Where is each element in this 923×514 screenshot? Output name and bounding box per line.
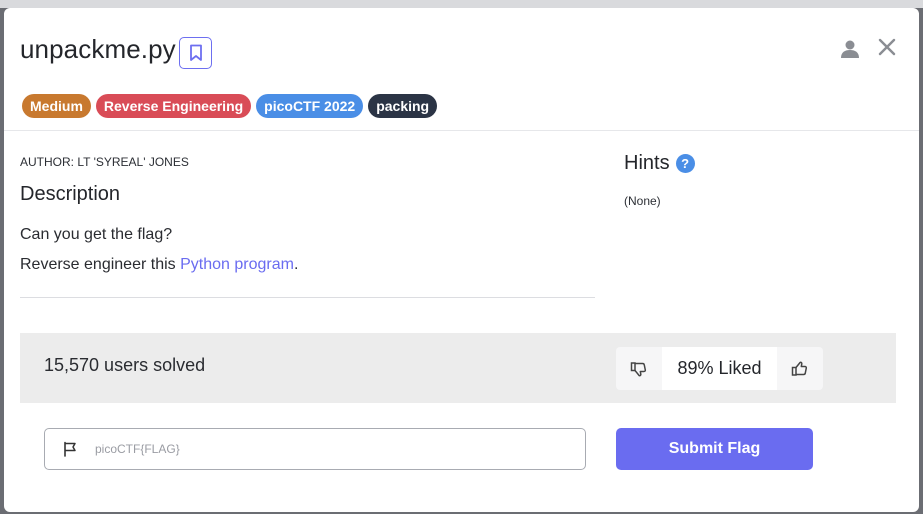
- tag-topic[interactable]: packing: [368, 94, 438, 118]
- rating-group: 89% Liked: [616, 347, 823, 390]
- tag-category[interactable]: Reverse Engineering: [95, 94, 252, 118]
- dislike-button[interactable]: [616, 347, 662, 390]
- tag-event[interactable]: picoCTF 2022: [256, 94, 364, 118]
- thumbs-down-icon: [630, 361, 647, 376]
- user-icon[interactable]: [840, 39, 860, 59]
- like-button[interactable]: [777, 347, 823, 390]
- challenge-title: unpackme.py: [20, 34, 176, 64]
- description-text-link-line: Reverse engineer this Python program.: [20, 256, 298, 274]
- bookmark-icon: [189, 44, 202, 61]
- flag-input[interactable]: [95, 442, 565, 456]
- submit-flag-button[interactable]: Submit Flag: [616, 428, 813, 470]
- challenge-modal: unpackme.py Medium Reverse Engineering p…: [4, 8, 919, 512]
- page-backdrop: [0, 0, 923, 8]
- description-suffix: .: [293, 256, 299, 273]
- stats-bar: 15,570 users solved 89% Liked: [20, 333, 896, 403]
- liked-percentage: 89% Liked: [662, 347, 777, 390]
- solved-count: 15,570 users solved: [44, 355, 206, 375]
- description-heading: Description: [20, 183, 121, 205]
- modal-header: unpackme.py Medium Reverse Engineering p…: [4, 8, 919, 131]
- help-icon[interactable]: ?: [675, 154, 695, 173]
- flag-input-field[interactable]: [44, 428, 586, 470]
- tag-difficulty[interactable]: Medium: [22, 94, 91, 118]
- bookmark-button[interactable]: [179, 37, 212, 69]
- hints-heading: Hints ?: [624, 152, 695, 175]
- divider: [20, 297, 595, 298]
- close-icon[interactable]: [877, 37, 897, 57]
- flag-icon: [45, 441, 95, 457]
- author-label: AUTHOR: LT 'SYREAL' JONES: [20, 155, 189, 169]
- hints-title: Hints: [624, 152, 670, 174]
- hints-value: (None): [624, 194, 661, 208]
- thumbs-up-icon: [791, 361, 808, 376]
- description-prefix: Reverse engineer this: [20, 256, 181, 273]
- python-program-link[interactable]: Python program: [180, 256, 294, 273]
- tag-list: Medium Reverse Engineering picoCTF 2022 …: [22, 94, 438, 118]
- description-text: Can you get the flag?: [20, 226, 173, 243]
